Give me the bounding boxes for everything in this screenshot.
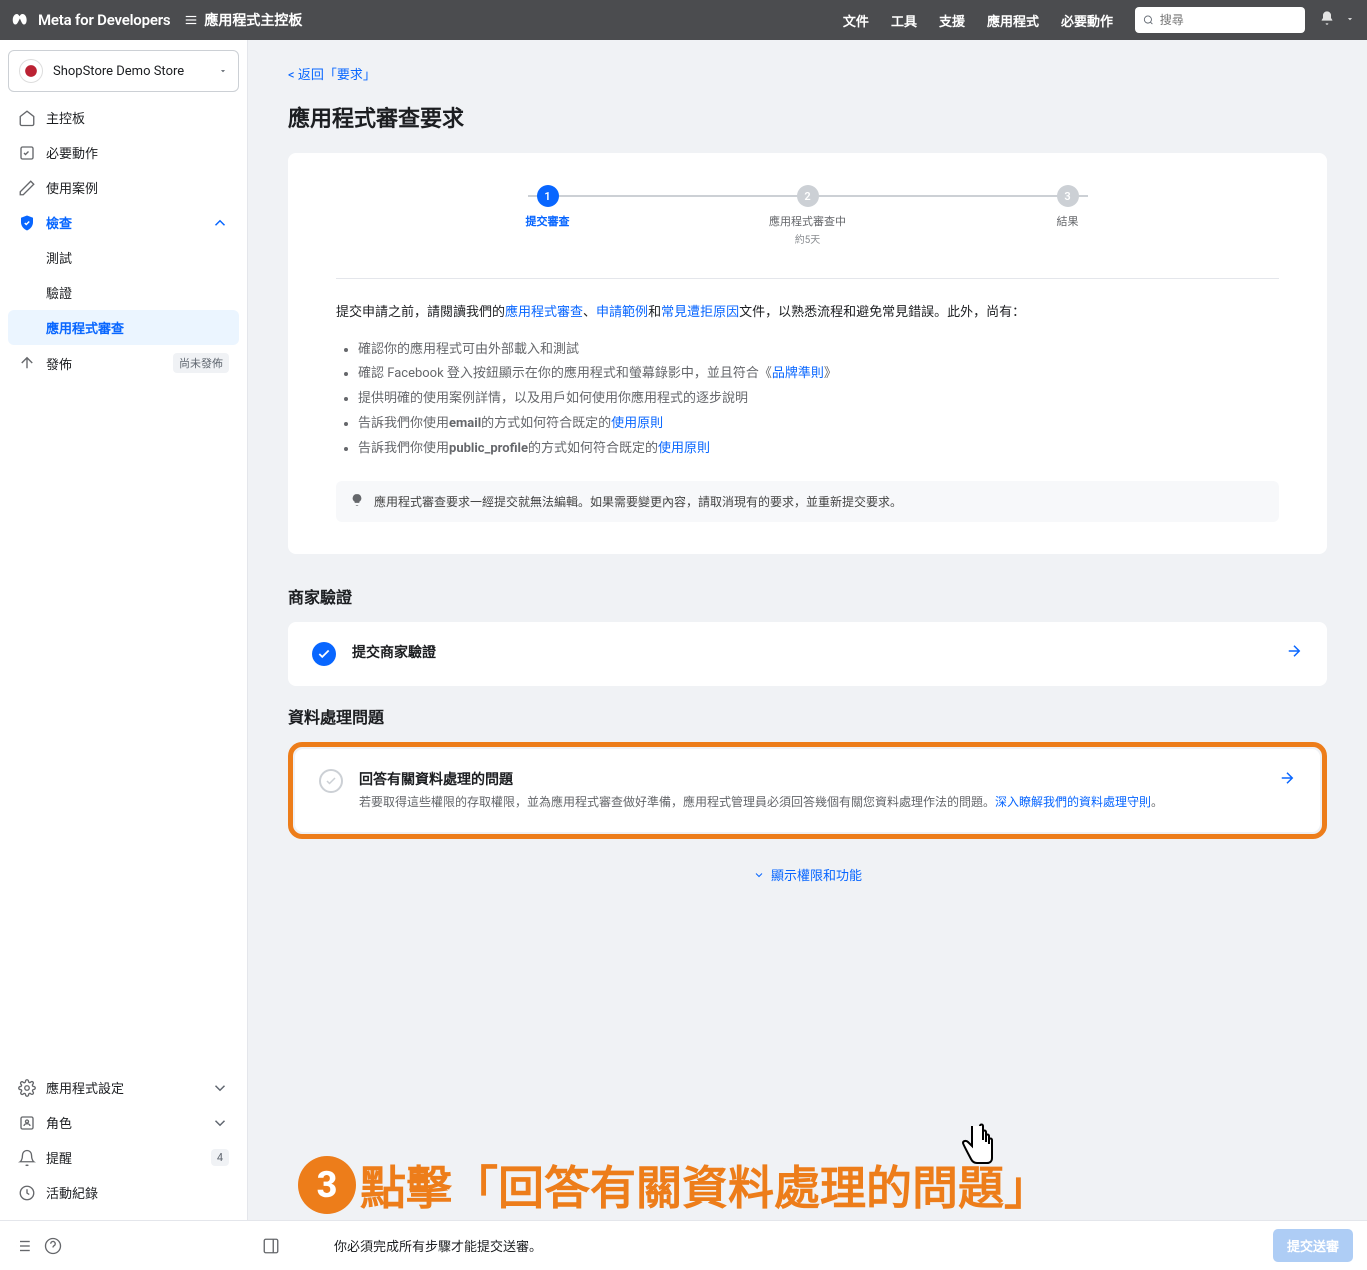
console-title[interactable]: 應用程式主控板 xyxy=(184,10,302,30)
instruction-annotation: 3 點擊「回答有關資料處理的問題」 xyxy=(298,1152,1050,1218)
search-box[interactable] xyxy=(1135,7,1305,33)
checklist-icon xyxy=(18,144,36,162)
sidebar-item-usecases[interactable]: 使用案例 xyxy=(8,170,239,205)
menu-icon xyxy=(184,13,198,27)
step-2: 2 應用程式審查中 約5天 xyxy=(758,185,858,246)
user-icon xyxy=(18,1114,36,1132)
link-data-policy[interactable]: 深入瞭解我們的資料處理守則 xyxy=(995,795,1151,809)
search-icon xyxy=(1143,14,1154,26)
sidebar-sub-appreview[interactable]: 應用程式審查 xyxy=(8,310,239,345)
footer-bar: 你必須完成所有步驟才能提交送審。 提交送審 xyxy=(0,1220,1367,1270)
check-done-icon xyxy=(312,642,336,666)
help-icon[interactable] xyxy=(44,1237,62,1255)
list-item: 提供明確的使用案例詳情，以及用戶如何使用你應用程式的逐步說明 xyxy=(358,387,1279,412)
alerts-count: 4 xyxy=(211,1149,229,1166)
list-icon[interactable] xyxy=(14,1237,32,1255)
sidebar-item-activity[interactable]: 活動紀錄 xyxy=(8,1175,239,1210)
nav-tools[interactable]: 工具 xyxy=(891,11,917,30)
panel-data-handling[interactable]: 回答有關資料處理的問題 若要取得這些權限的存取權限，並為應用程式審查做好準備，應… xyxy=(295,749,1320,832)
chevron-down-icon xyxy=(753,869,765,881)
home-icon xyxy=(18,109,36,127)
cursor-annotation xyxy=(958,1122,1000,1178)
chevron-up-icon xyxy=(211,214,229,232)
gear-icon xyxy=(18,1079,36,1097)
nav-docs[interactable]: 文件 xyxy=(843,11,869,30)
review-card: 1 提交審查 2 應用程式審查中 約5天 3 結果 提交申請之前，請閱讀我們的應… xyxy=(288,153,1327,554)
list-item: 確認你的應用程式可由外部載入和測試 xyxy=(358,338,1279,363)
sidebar-item-settings[interactable]: 應用程式設定 xyxy=(8,1070,239,1105)
back-link[interactable]: < 返回「要求」 xyxy=(288,64,376,83)
nav-support[interactable]: 支援 xyxy=(939,11,965,30)
expand-permissions[interactable]: 顯示權限和功能 xyxy=(288,851,1327,898)
check-icon xyxy=(325,775,337,787)
list-item: 告訴我們你使用email的方式如何符合既定的使用原則 xyxy=(358,412,1279,437)
list-item: 確認 Facebook 登入按鈕顯示在你的應用程式和螢幕錄影中，並且符合《品牌準… xyxy=(358,362,1279,387)
brand[interactable]: Meta for Developers xyxy=(12,11,170,29)
sidebar-item-dashboard[interactable]: 主控板 xyxy=(8,100,239,135)
checklist: 確認你的應用程式可由外部載入和測試 確認 Facebook 登入按鈕顯示在你的應… xyxy=(336,338,1279,461)
pencil-icon xyxy=(18,179,36,197)
sidebar-item-review[interactable]: 檢查 xyxy=(8,205,239,240)
link-app-review[interactable]: 應用程式審查 xyxy=(505,305,583,320)
link-examples[interactable]: 申請範例 xyxy=(596,305,648,320)
search-input[interactable] xyxy=(1160,13,1297,27)
app-selector[interactable]: ShopStore Demo Store xyxy=(8,50,239,92)
arrow-right-icon xyxy=(1278,769,1296,787)
main-content: < 返回「要求」 應用程式審查要求 1 提交審查 2 應用程式審查中 約5天 3… xyxy=(248,40,1367,1220)
meta-icon xyxy=(12,11,30,29)
step-1: 1 提交審查 xyxy=(498,185,598,229)
shield-check-icon xyxy=(18,214,36,232)
sidebar-item-publish[interactable]: 發佈 尚未發佈 xyxy=(8,345,239,381)
chevron-down-icon xyxy=(211,1114,229,1132)
topnav-links: 文件 工具 支援 應用程式 必要動作 xyxy=(843,11,1113,30)
panel-icon[interactable] xyxy=(262,1237,280,1255)
lightbulb-icon xyxy=(350,493,364,507)
check-icon xyxy=(317,647,331,661)
highlight-box: 回答有關資料處理的問題 若要取得這些權限的存取權限，並為應用程式審查做好準備，應… xyxy=(288,742,1327,839)
intro-text: 提交申請之前，請閱讀我們的應用程式審查、申請範例和常見遭拒原因文件，以熟悉流程和… xyxy=(336,303,1279,324)
submit-button[interactable]: 提交送審 xyxy=(1273,1229,1353,1262)
bell-icon xyxy=(18,1149,36,1167)
upload-icon xyxy=(18,354,36,372)
bell-icon xyxy=(1319,10,1335,26)
check-pending-icon xyxy=(319,769,343,793)
clock-icon xyxy=(18,1184,36,1202)
list-item: 告訴我們你使用public_profile的方式如何符合既定的使用原則 xyxy=(358,437,1279,462)
arrow-right-icon xyxy=(1285,642,1303,660)
link-rejections[interactable]: 常見遭拒原因 xyxy=(661,305,739,320)
panel-business-verify[interactable]: 提交商家驗證 xyxy=(288,622,1327,686)
sidebar-item-alerts[interactable]: 提醒 4 xyxy=(8,1140,239,1175)
nav-apps[interactable]: 應用程式 xyxy=(987,11,1039,30)
app-avatar xyxy=(19,59,43,83)
info-banner: 應用程式審查要求一經提交就無法編輯。如果需要變更內容，請取消現有的要求，並重新提… xyxy=(336,481,1279,522)
sidebar-item-roles[interactable]: 角色 xyxy=(8,1105,239,1140)
step-3: 3 結果 xyxy=(1018,185,1118,229)
section-data-handling: 資料處理問題 xyxy=(288,704,1327,728)
sidebar-sub-verify[interactable]: 驗證 xyxy=(8,275,239,310)
notifications-button[interactable] xyxy=(1319,10,1335,30)
sidebar-sub-test[interactable]: 測試 xyxy=(8,240,239,275)
page-title: 應用程式審查要求 xyxy=(288,101,1327,133)
publish-status-chip: 尚未發佈 xyxy=(173,353,229,373)
top-nav: Meta for Developers 應用程式主控板 文件 工具 支援 應用程… xyxy=(0,0,1367,40)
account-menu[interactable] xyxy=(1345,13,1355,28)
sidebar-item-actions[interactable]: 必要動作 xyxy=(8,135,239,170)
footer-message: 你必須完成所有步驟才能提交送審。 xyxy=(334,1236,1259,1255)
nav-actions[interactable]: 必要動作 xyxy=(1061,11,1113,30)
chevron-down-icon xyxy=(211,1079,229,1097)
stepper: 1 提交審查 2 應用程式審查中 約5天 3 結果 xyxy=(498,185,1118,246)
sidebar: ShopStore Demo Store 主控板 必要動作 使用案例 檢查 測試… xyxy=(0,40,248,1220)
section-business-verify: 商家驗證 xyxy=(288,584,1327,608)
caret-down-icon xyxy=(218,66,228,76)
app-logo-icon xyxy=(24,64,38,78)
caret-down-icon xyxy=(1345,14,1355,24)
